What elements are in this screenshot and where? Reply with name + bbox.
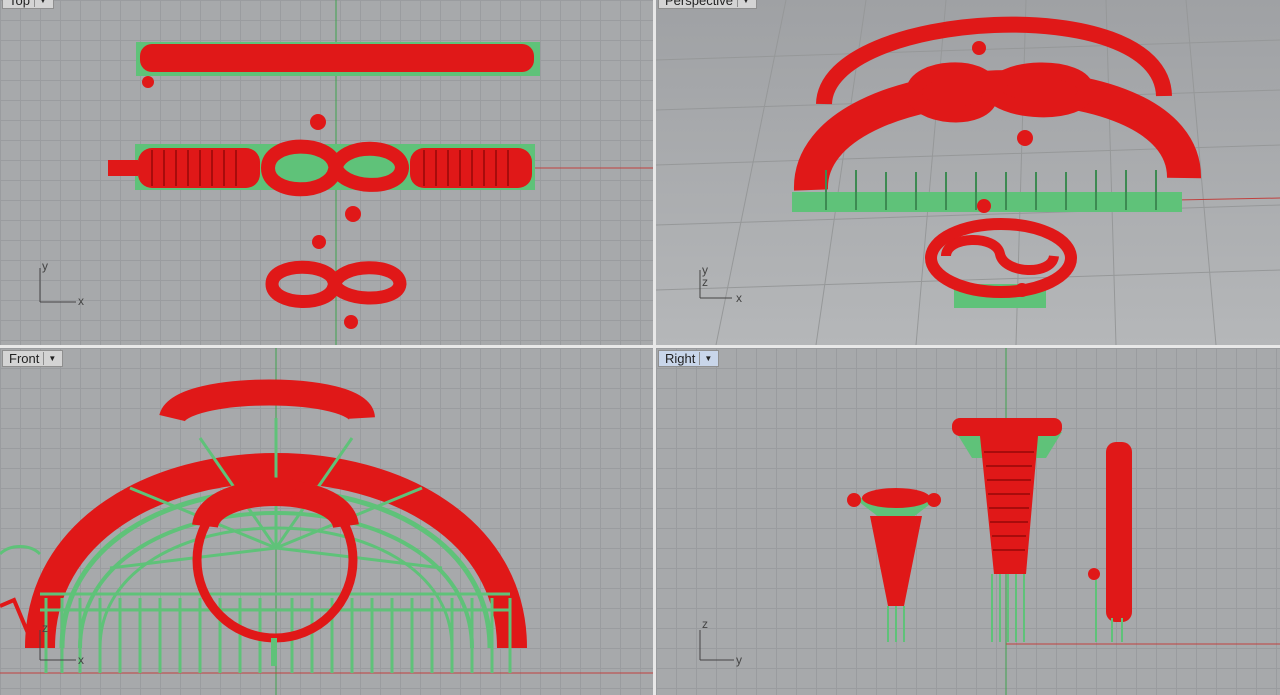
axis-z-label: z bbox=[702, 617, 708, 631]
axis-z-label: z bbox=[702, 275, 708, 289]
viewport-name: Front bbox=[9, 351, 40, 366]
viewport-perspective[interactable]: x y z Perspective ▼ bbox=[656, 0, 1280, 345]
viewport-name: Perspective bbox=[665, 0, 733, 8]
chevron-down-icon[interactable]: ▼ bbox=[33, 0, 49, 7]
viewport-title-right[interactable]: Right ▼ bbox=[658, 350, 720, 367]
top-view-scene: x y bbox=[39, 0, 653, 345]
viewport-top[interactable]: x y Top ▼ bbox=[0, 0, 653, 345]
ring-band bbox=[159, 379, 375, 425]
chevron-down-icon[interactable]: ▼ bbox=[699, 352, 714, 365]
axis-y-label: y bbox=[42, 259, 48, 273]
axis-y-label: y bbox=[736, 653, 742, 667]
ring-band bbox=[140, 44, 534, 72]
viewport-title-perspective[interactable]: Perspective ▼ bbox=[658, 0, 757, 9]
viewport-title-front[interactable]: Front ▼ bbox=[2, 350, 64, 367]
viewport-front[interactable]: x z Front ▼ bbox=[0, 348, 653, 695]
viewport-name: Top bbox=[9, 0, 30, 8]
ring-section-left bbox=[847, 488, 941, 642]
right-view-scene: y z bbox=[699, 348, 1280, 695]
viewport-name: Right bbox=[665, 351, 696, 366]
axis-z-label: z bbox=[42, 621, 48, 635]
chevron-down-icon[interactable]: ▼ bbox=[736, 0, 752, 7]
axis-x-label: x bbox=[78, 653, 84, 667]
axis-x-label: x bbox=[736, 291, 742, 305]
perspective-view-scene: x y z bbox=[656, 0, 1280, 345]
ring-section-right bbox=[1088, 442, 1132, 642]
ring-section-center bbox=[952, 418, 1062, 642]
viewport-title-top[interactable]: Top ▼ bbox=[2, 0, 54, 9]
chevron-down-icon[interactable]: ▼ bbox=[43, 352, 58, 365]
small-infinity bbox=[265, 260, 407, 308]
front-view-scene: x z bbox=[0, 348, 653, 695]
viewport-right[interactable]: y z Right ▼ bbox=[656, 348, 1280, 695]
axis-x-label: x bbox=[78, 294, 84, 308]
